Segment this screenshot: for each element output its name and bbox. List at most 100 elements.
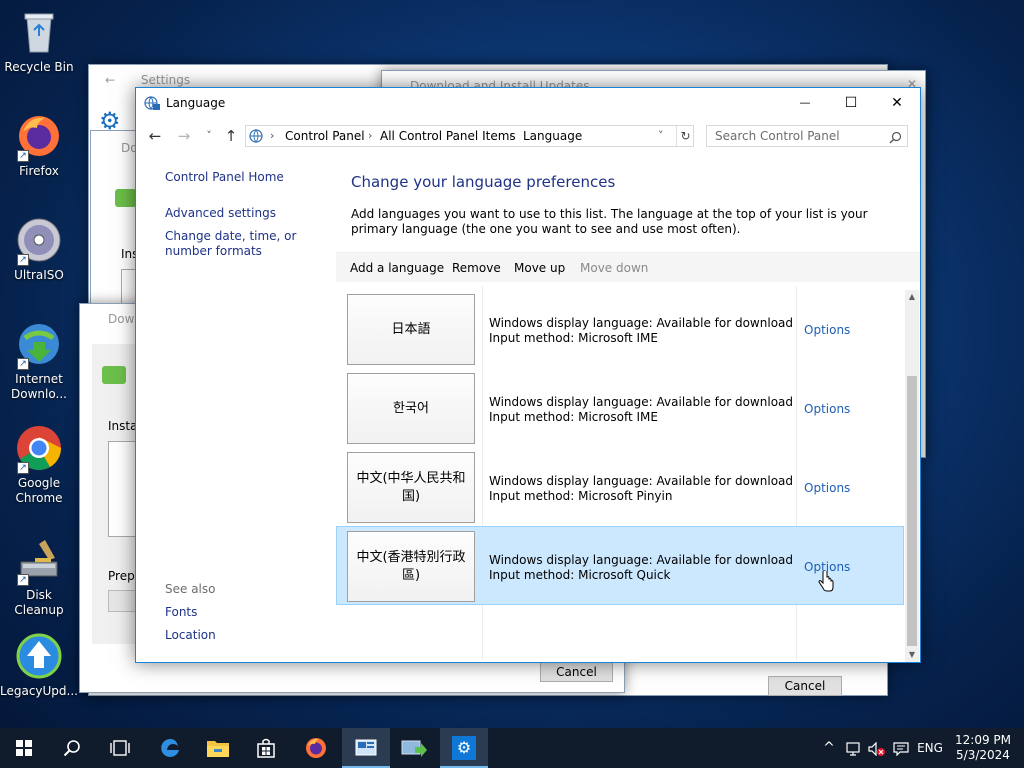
volume-muted-icon[interactable]	[866, 728, 888, 768]
titlebar: Language — ☐ ✕	[136, 88, 920, 118]
breadcrumb-language[interactable]: Language	[523, 126, 582, 146]
add-language-button[interactable]: Add a language	[350, 261, 444, 275]
cancel-button[interactable]: Cancel	[540, 662, 613, 682]
shortcut-arrow-icon: ↗	[17, 462, 29, 474]
up-button[interactable]: ↑	[221, 124, 241, 148]
recent-locations-button[interactable]: ˅	[199, 124, 219, 148]
clock[interactable]: 12:09 PM 5/3/2024	[950, 728, 1016, 768]
back-button[interactable]: ←	[145, 124, 165, 148]
language-row-chinese-simplified[interactable]: 中文(中华人民共和国) Windows display language: Av…	[336, 447, 904, 526]
desktop-icon-recycle-bin[interactable]: Recycle Bin	[0, 8, 78, 75]
language-panel-icon	[355, 739, 377, 756]
desktop-icon-disk-cleanup[interactable]: ↗ Disk Cleanup	[0, 536, 78, 618]
display-language-status: Windows display language: Available for …	[489, 474, 794, 488]
options-link[interactable]: Options	[804, 323, 850, 337]
desktop-icon-chrome[interactable]: ↗ Google Chrome	[0, 424, 78, 506]
language-row-japanese[interactable]: 日本語 Windows display language: Available …	[336, 289, 904, 368]
disk-cleanup-icon: ↗	[15, 536, 63, 586]
scroll-up-arrow-icon[interactable]: ▲	[905, 290, 919, 304]
minimize-button[interactable]: —	[782, 88, 828, 118]
language-row-chinese-hongkong[interactable]: 中文(香港特別行政區) Windows display language: Av…	[336, 526, 904, 605]
windows-update-icon	[401, 740, 427, 757]
file-explorer-icon	[207, 741, 229, 757]
options-link[interactable]: Options	[804, 402, 850, 416]
language-info: Windows display language: Available for …	[489, 553, 793, 583]
breadcrumb-separator-icon[interactable]: ›	[368, 126, 372, 146]
move-down-button[interactable]: Move down	[580, 261, 648, 275]
input-language-indicator[interactable]: ENG	[914, 728, 946, 768]
language-info: Windows display language: Available for …	[489, 474, 793, 504]
input-method: Input method: Microsoft Pinyin	[489, 489, 673, 503]
tray-overflow-chevron[interactable]: ^	[820, 728, 838, 768]
update-arrow-icon	[102, 366, 126, 384]
maximize-button[interactable]: ☐	[828, 88, 874, 118]
language-row-korean[interactable]: 한국어 Windows display language: Available …	[336, 368, 904, 447]
start-button[interactable]	[0, 728, 48, 768]
recycle-bin-icon	[15, 8, 63, 56]
network-icon[interactable]	[844, 728, 864, 768]
desktop-icon-firefox[interactable]: ↗ Firefox	[0, 112, 78, 179]
windows-update-taskbar-button[interactable]	[390, 728, 438, 768]
sidebar-control-panel-home[interactable]: Control Panel Home	[165, 170, 284, 185]
language-taskbar-button[interactable]	[342, 728, 390, 768]
desktop-icon-label: Internet Downlo...	[11, 372, 67, 401]
forward-button[interactable]: →	[174, 124, 194, 148]
settings-taskbar-button[interactable]: ⚙	[440, 728, 488, 768]
store-taskbar-button[interactable]	[242, 728, 290, 768]
refresh-icon[interactable]: ↻	[676, 126, 694, 146]
display-language-status: Windows display language: Available for …	[489, 553, 794, 567]
desktop-icon-legacy-update[interactable]: LegacyUpd...	[0, 632, 78, 699]
scrollbar-thumb[interactable]	[907, 376, 917, 646]
language-window[interactable]: Language — ☐ ✕ ← → ˅ ↑ › Control Panel ›…	[135, 87, 921, 663]
shortcut-arrow-icon: ↗	[17, 150, 29, 162]
scroll-down-arrow-icon[interactable]: ▼	[905, 648, 919, 662]
sidebar-location[interactable]: Location	[165, 628, 216, 643]
address-row: ← → ˅ ↑ › Control Panel › All Control Pa…	[136, 124, 920, 148]
internet-download-manager-icon: ↗	[15, 320, 63, 370]
breadcrumb-separator-icon[interactable]: ›	[270, 126, 274, 146]
language-tile[interactable]: 한국어	[347, 373, 475, 444]
action-center-icon[interactable]	[890, 728, 912, 768]
control-panel-icon	[249, 128, 265, 150]
desktop-icon-internet-download-manager[interactable]: ↗ Internet Downlo...	[0, 320, 78, 402]
edge-taskbar-button[interactable]	[146, 728, 194, 768]
start-icon	[16, 740, 32, 756]
language-tile[interactable]: 日本語	[347, 294, 475, 365]
search-placeholder: Search Control Panel	[715, 129, 840, 143]
desktop-icon-ultraiso[interactable]: ↗ UltraISO	[0, 216, 78, 283]
cancel-button-2[interactable]: Cancel	[768, 676, 842, 696]
sidebar-advanced-settings[interactable]: Advanced settings	[165, 206, 276, 221]
remove-button[interactable]: Remove	[452, 261, 501, 275]
search-button[interactable]	[48, 728, 96, 768]
breadcrumb-control-panel[interactable]: Control Panel	[285, 126, 365, 146]
close-button[interactable]: ✕	[874, 88, 920, 118]
language-info: Windows display language: Available for …	[489, 316, 793, 346]
move-up-button[interactable]: Move up	[514, 261, 565, 275]
language-tile[interactable]: 中文(香港特別行政區)	[347, 531, 475, 602]
shortcut-arrow-icon: ↗	[17, 254, 29, 266]
legacy-update-icon	[15, 632, 63, 680]
address-dropdown-icon[interactable]: ˅	[658, 126, 664, 146]
ultraiso-icon: ↗	[15, 216, 63, 266]
display-language-status: Windows display language: Available for …	[489, 316, 794, 330]
address-bar[interactable]: › Control Panel › All Control Panel Item…	[245, 125, 694, 147]
options-link[interactable]: Options	[804, 481, 850, 495]
sidebar-fonts[interactable]: Fonts	[165, 605, 197, 620]
breadcrumb-separator-icon[interactable]: ›	[509, 126, 513, 146]
language-toolbar: Add a language Remove Move up Move down	[336, 252, 920, 282]
settings-title: Settings	[140, 73, 191, 87]
install-label: Insta	[108, 419, 138, 433]
firefox-taskbar-button[interactable]	[292, 728, 340, 768]
clock-time: 12:09 PM	[955, 733, 1011, 747]
file-explorer-taskbar-button[interactable]	[194, 728, 242, 768]
search-icon	[889, 130, 902, 150]
back-arrow-icon[interactable]: ←	[105, 73, 115, 87]
sidebar-change-date-time[interactable]: Change date, time, or number formats	[165, 229, 335, 259]
breadcrumb-all-items[interactable]: All Control Panel Items	[380, 126, 516, 146]
language-tile[interactable]: 中文(中华人民共和国)	[347, 452, 475, 523]
vertical-scrollbar[interactable]: ▲ ▼	[905, 290, 919, 662]
search-input[interactable]: Search Control Panel	[706, 125, 908, 147]
taskbar: ⚙ ^ ENG 12:09 PM 5/3/2024	[0, 728, 1024, 768]
task-view-button[interactable]	[96, 728, 144, 768]
desktop-icon-label: Disk Cleanup	[14, 588, 64, 617]
